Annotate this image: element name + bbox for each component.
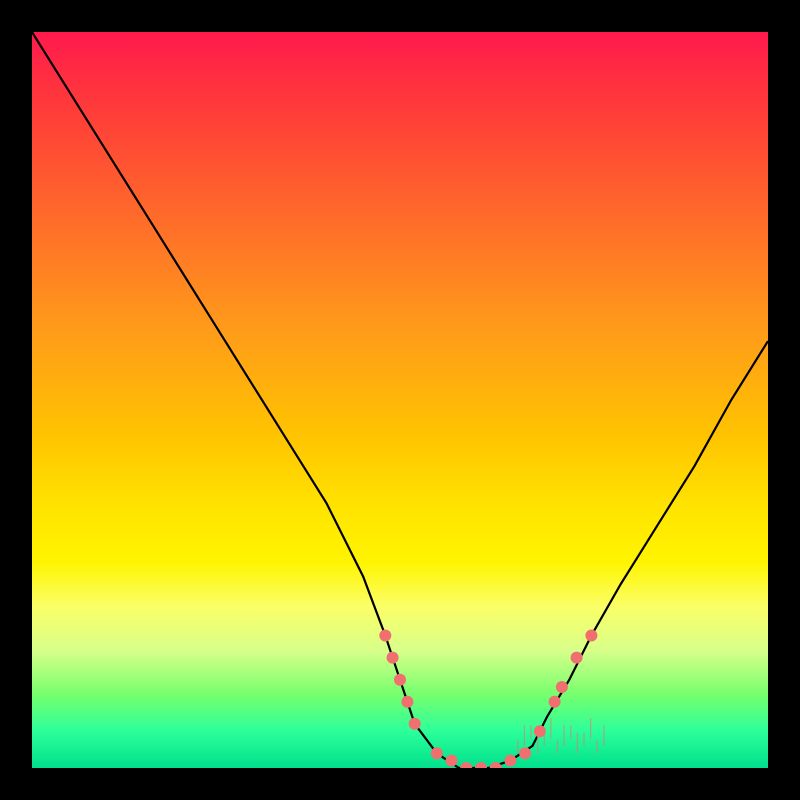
bottleneck-curve	[32, 32, 768, 768]
marker-group	[379, 630, 597, 769]
axis-border-top	[0, 0, 800, 32]
data-marker	[556, 681, 568, 693]
data-marker	[394, 674, 406, 686]
data-marker	[446, 755, 458, 767]
data-marker	[504, 755, 516, 767]
data-marker	[519, 747, 531, 759]
chart-svg	[32, 32, 768, 768]
axis-border-left	[0, 0, 32, 800]
data-marker	[387, 652, 399, 664]
data-marker	[571, 652, 583, 664]
chart-frame	[32, 32, 768, 768]
axis-border-right	[768, 0, 800, 800]
data-marker	[409, 718, 421, 730]
data-marker	[401, 696, 413, 708]
axis-border-bottom	[0, 768, 800, 800]
data-marker	[585, 630, 597, 642]
data-marker	[431, 747, 443, 759]
data-marker	[379, 630, 391, 642]
data-marker	[549, 696, 561, 708]
